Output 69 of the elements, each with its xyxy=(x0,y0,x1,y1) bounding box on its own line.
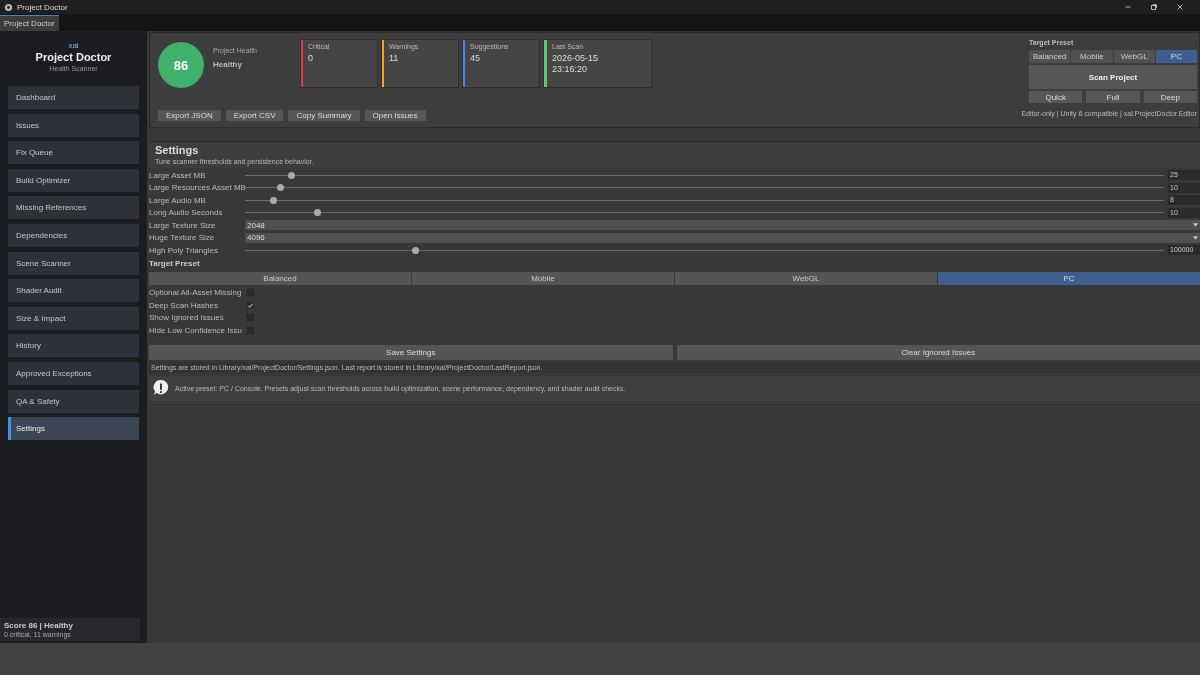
settings-button[interactable]: Save Settings xyxy=(149,344,673,360)
field-label: Large Texture Size xyxy=(149,220,217,230)
action-button[interactable]: Export JSON xyxy=(158,110,221,121)
restore-icon[interactable] xyxy=(1150,3,1158,11)
field-label: Huge Texture Size xyxy=(149,233,216,243)
scan-mode-button[interactable]: Quick xyxy=(1029,91,1083,103)
vendor-label: xal xyxy=(67,41,80,50)
sidebar-item[interactable]: Scene Scanner xyxy=(8,251,139,275)
preset-toggle[interactable]: Mobile xyxy=(1071,50,1113,63)
field-label: Large Resources Asset MB xyxy=(149,183,245,193)
stat-value: 2026-05-15 23:16:20 xyxy=(552,53,600,76)
caret-icon xyxy=(1193,235,1198,240)
action-button[interactable]: Open Issues xyxy=(364,110,426,121)
score-text: Score 86 | Healthy xyxy=(4,621,74,630)
sidebar-item[interactable]: Issues xyxy=(8,113,139,137)
section-label: Target Preset xyxy=(149,258,201,268)
toggle-label: Deep Scan Hashes xyxy=(149,300,219,310)
health-status: Healthy xyxy=(213,60,243,69)
toggle-label: Show Ignored Issues xyxy=(149,313,225,323)
action-button[interactable]: Export CSV xyxy=(225,110,284,121)
preset-toggle[interactable]: PC xyxy=(1155,50,1197,63)
window-tab[interactable]: Project Doctor xyxy=(0,15,59,31)
checkbox[interactable] xyxy=(246,300,255,310)
close-icon[interactable] xyxy=(1176,3,1184,11)
stat-value: 45 xyxy=(470,53,481,65)
scan-mode-button[interactable]: Full xyxy=(1086,91,1140,103)
settings-title: Settings xyxy=(155,144,200,156)
preset-toggle[interactable]: WebGL xyxy=(1113,50,1155,63)
slider-thumb[interactable] xyxy=(313,209,321,217)
sidebar-item[interactable]: History xyxy=(8,334,139,358)
sidebar-item[interactable]: Missing References xyxy=(8,196,139,220)
app-title: Project Doctor xyxy=(34,51,113,63)
health-score-circle: 86 xyxy=(158,42,204,88)
slider-thumb[interactable] xyxy=(412,246,419,254)
sidebar-item[interactable]: Build Optimizer xyxy=(8,168,139,192)
sidebar-item[interactable]: Fix Queue xyxy=(8,141,139,165)
stat-value: 0 xyxy=(308,53,314,65)
sidebar-item[interactable]: Settings xyxy=(8,417,139,441)
sidebar-item[interactable]: Size & Impact xyxy=(8,306,139,330)
dropdown[interactable]: 4096 xyxy=(245,232,1200,243)
sidebar-item[interactable]: QA & Safety xyxy=(8,389,139,413)
sidebar-item[interactable]: Approved Exceptions xyxy=(8,361,139,385)
toggle-label: Hide Low Confidence Issu xyxy=(149,325,243,335)
preset-toggle[interactable]: Balanced xyxy=(1029,50,1071,63)
stat-value: 11 xyxy=(389,53,400,65)
settings-button[interactable]: Clear Ignored Issues xyxy=(676,344,1200,360)
scan-mode-button[interactable]: Deep xyxy=(1143,91,1197,103)
field-label: Long Audio Seconds xyxy=(149,208,224,218)
sidebar-item[interactable]: Dependencies xyxy=(8,223,139,247)
slider-thumb[interactable] xyxy=(269,196,277,204)
toggle-label: Optional All-Asset Missing xyxy=(149,288,243,298)
dropdown[interactable]: 2048 xyxy=(245,220,1200,231)
sidebar-item[interactable]: Dashboard xyxy=(8,86,139,109)
preset-tab[interactable]: PC xyxy=(938,271,1200,285)
scan-project-button[interactable]: Scan Project xyxy=(1029,65,1197,89)
slider-thumb[interactable] xyxy=(287,171,295,179)
action-button[interactable]: Copy Summary xyxy=(288,110,360,121)
preset-tab[interactable]: Balanced xyxy=(149,271,411,285)
field-label: Large Audio MB xyxy=(149,195,207,205)
window-title: Project Doctor xyxy=(17,2,68,12)
sidebar-item[interactable]: Shader Audit xyxy=(8,279,139,303)
minimize-icon[interactable] xyxy=(1124,3,1132,11)
preset-tab[interactable]: Mobile xyxy=(412,271,674,285)
slider-thumb[interactable] xyxy=(276,184,284,192)
warning-icon xyxy=(152,379,170,397)
caret-icon xyxy=(1193,223,1198,228)
preset-tab[interactable]: WebGL xyxy=(675,271,937,285)
field-label: High Poly Triangles xyxy=(149,245,219,255)
field-label: Large Asset MB xyxy=(149,170,207,180)
